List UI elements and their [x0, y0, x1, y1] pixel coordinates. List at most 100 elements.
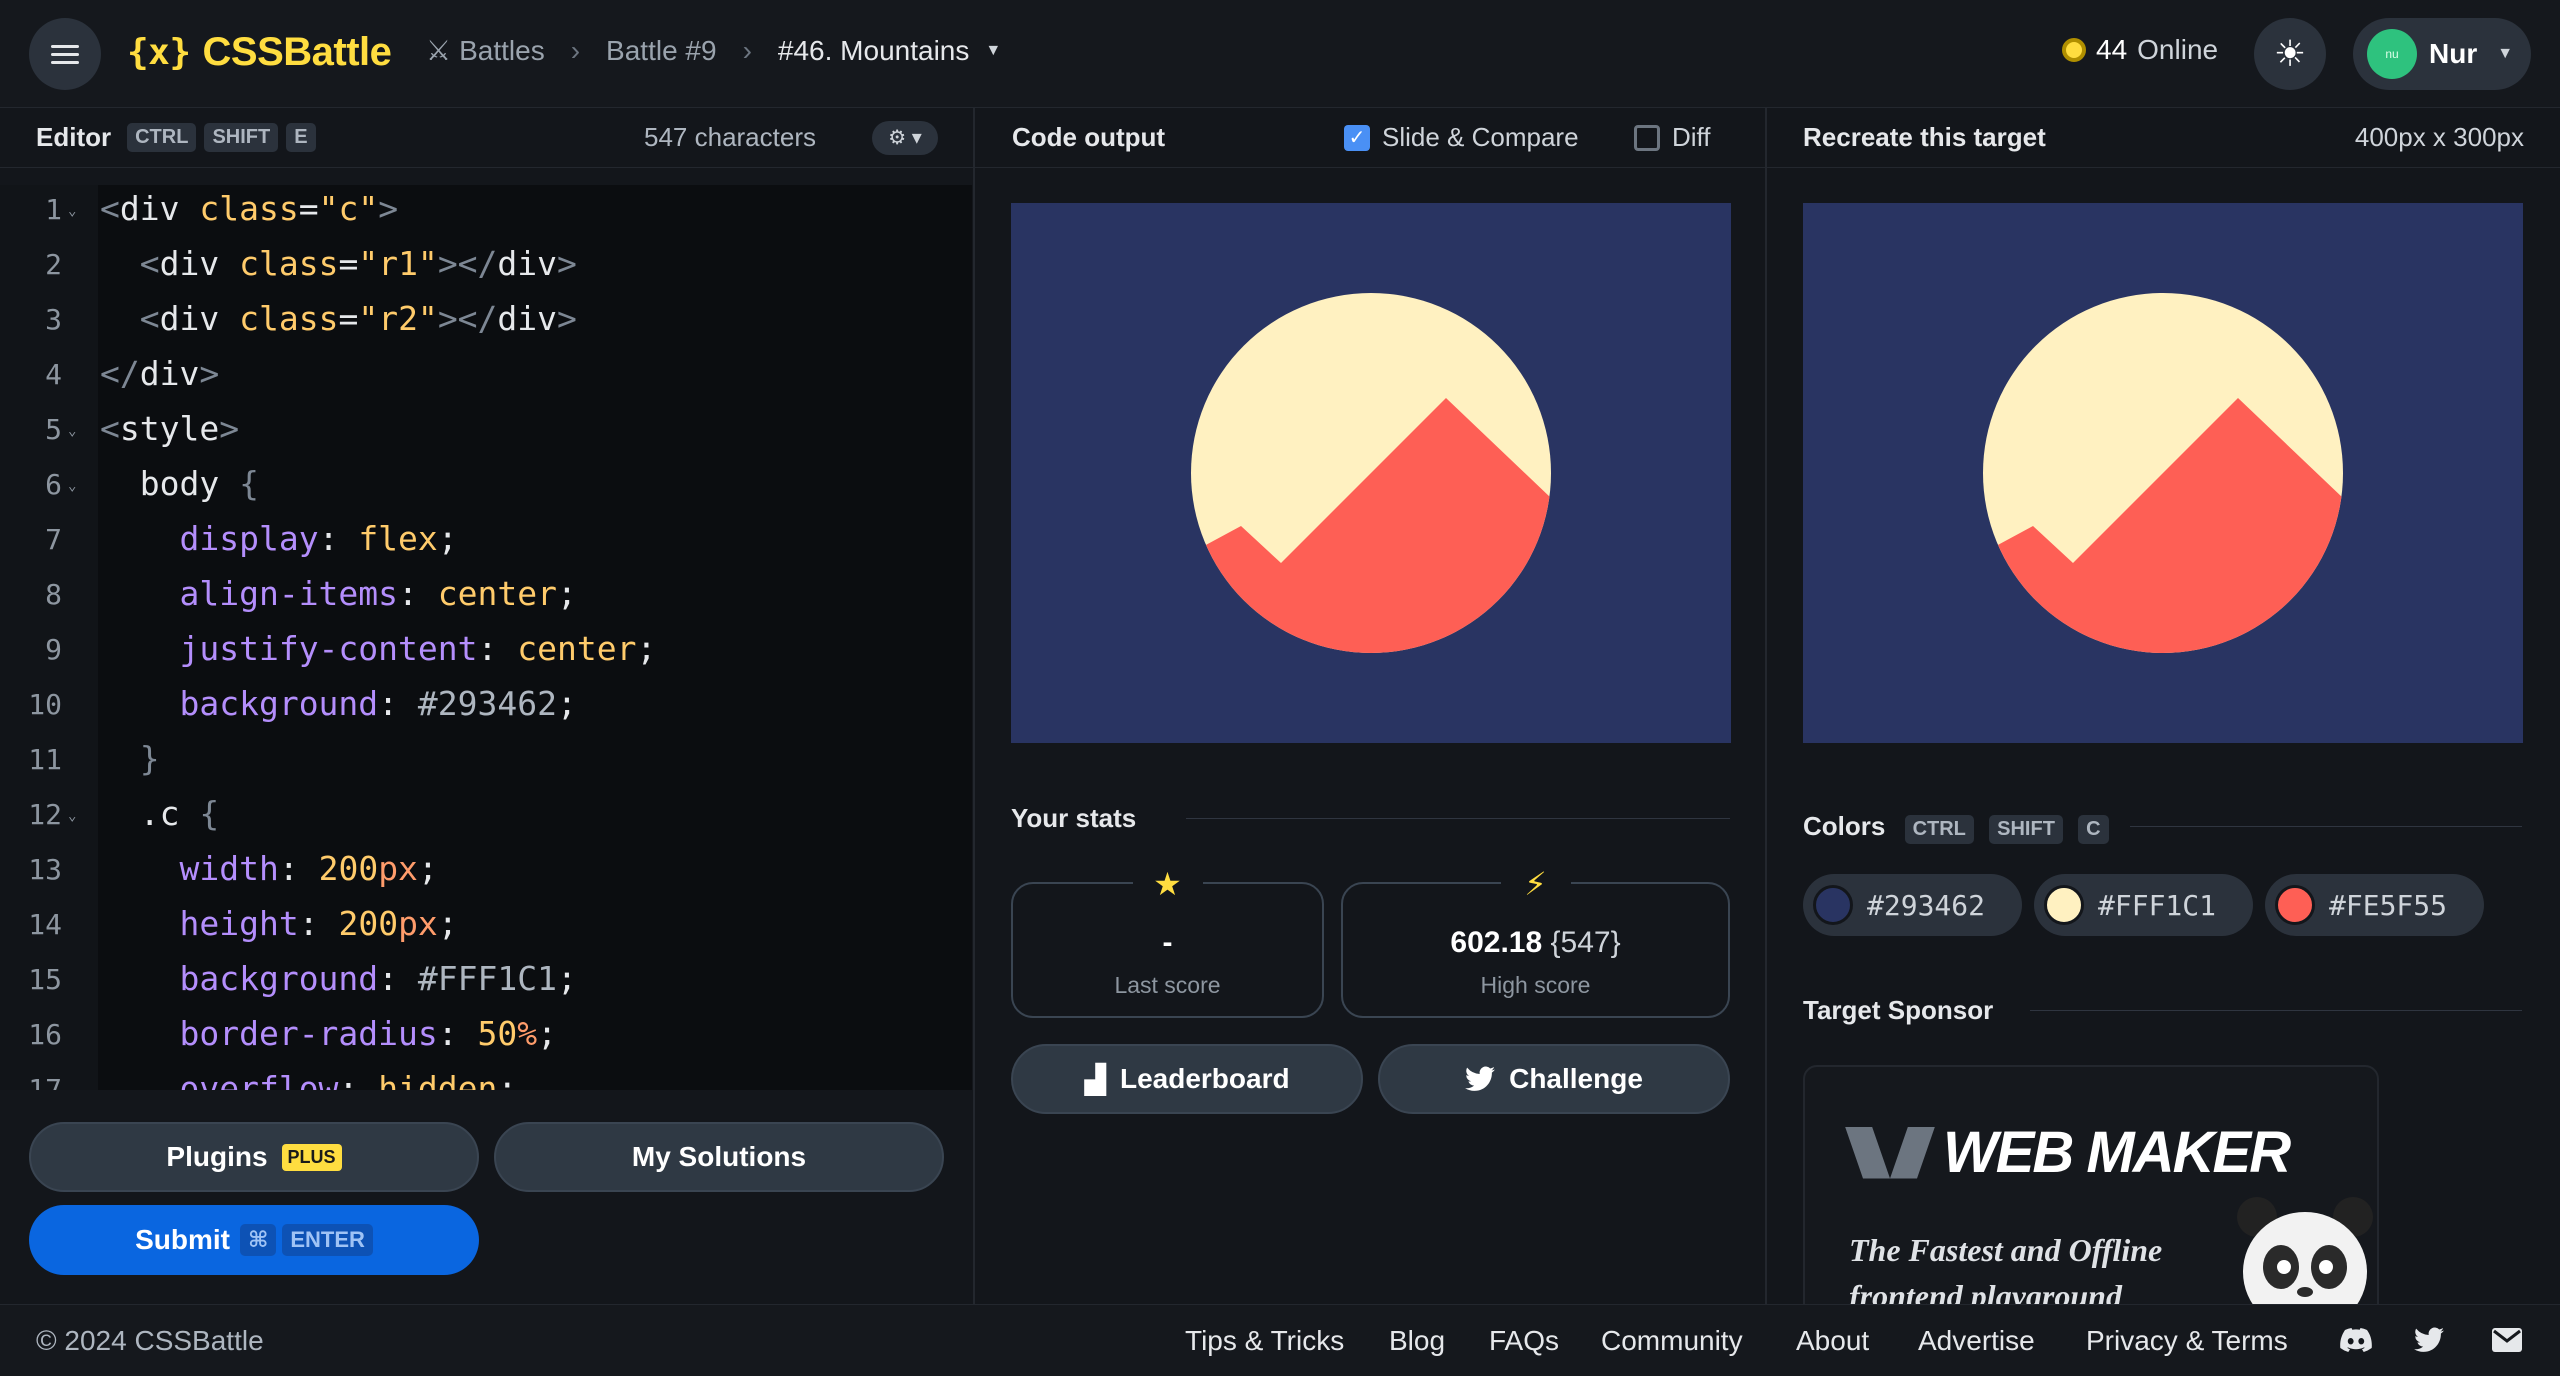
footer-link-privacy[interactable]: Privacy & Terms: [2086, 1325, 2288, 1357]
twitter-icon[interactable]: [2414, 1327, 2444, 1360]
code-line: 5 ⌄ <style>: [0, 405, 972, 460]
chevron-right-icon: ›: [742, 34, 752, 66]
section-divider: [2030, 1010, 2522, 1011]
breadcrumb-battles[interactable]: ⚔ Battles: [426, 34, 545, 67]
code-line: 2 <div class="r1"></div>: [0, 240, 972, 295]
output-header: Code output ✓ Slide & Compare Diff: [974, 108, 1766, 168]
panel-divider[interactable]: [973, 108, 975, 1304]
line-number: 7: [45, 523, 62, 556]
code-line: 16 border-radius: 50%;: [0, 1010, 972, 1065]
editor-header: Editor CTRL SHIFT E 547 characters ⚙ ▾: [0, 108, 974, 168]
discord-icon[interactable]: [2340, 1327, 2372, 1360]
line-number: 1: [45, 193, 62, 226]
diff-toggle[interactable]: Diff: [1634, 122, 1711, 153]
section-divider: [1186, 818, 1730, 819]
code-line: 6 ⌄ body {: [0, 460, 972, 515]
footer-link-tips[interactable]: Tips & Tricks: [1185, 1325, 1344, 1357]
breadcrumb-target-dropdown[interactable]: #46. Mountains ▼: [778, 35, 1001, 67]
user-menu-button[interactable]: nu Nur ▼: [2353, 18, 2531, 90]
editor-settings-button[interactable]: ⚙ ▾: [872, 120, 938, 155]
email-icon[interactable]: [2492, 1327, 2522, 1359]
line-number: 17: [28, 1073, 62, 1090]
theme-toggle-button[interactable]: ☀: [2254, 18, 2326, 90]
line-number: 10: [28, 688, 62, 721]
footer-link-blog[interactable]: Blog: [1389, 1325, 1445, 1357]
bar-chart-icon: ▟: [1084, 1063, 1106, 1095]
sponsor-tagline-line: The Fastest and Offline: [1849, 1232, 2163, 1268]
output-title: Code output: [1012, 122, 1166, 152]
challenge-button[interactable]: Challenge: [1378, 1044, 1730, 1114]
last-score-value: -: [1162, 926, 1173, 959]
target-mountain-shape: [1983, 398, 2343, 653]
checkbox-unchecked-icon[interactable]: [1634, 124, 1660, 151]
fold-icon[interactable]: ⌄: [68, 203, 76, 219]
menu-button[interactable]: [29, 18, 101, 90]
copyright: © 2024 CSSBattle: [36, 1325, 264, 1356]
color-swatch[interactable]: #293462: [1803, 874, 2022, 936]
top-bar: {x} CSSBattle ⚔ Battles › Battle #9 › #4…: [0, 0, 2560, 108]
footer-link-community[interactable]: Community: [1601, 1325, 1743, 1357]
code-line: 11 }: [0, 735, 972, 790]
high-score-value: 602.18 {547}: [1343, 926, 1728, 960]
leaderboard-button[interactable]: ▟ Leaderboard: [1011, 1044, 1363, 1114]
code-line: 12 ⌄ .c {: [0, 790, 972, 845]
kbd-e: E: [286, 123, 316, 152]
breadcrumb-label: Battle #9: [606, 34, 717, 66]
line-number: 9: [45, 633, 62, 666]
my-solutions-button[interactable]: My Solutions: [494, 1122, 944, 1192]
code-editor[interactable]: 1 ⌄ <div class="c"> 2 <div class="r1"></di…: [0, 185, 972, 1090]
slide-compare-toggle[interactable]: ✓ Slide & Compare: [1344, 122, 1579, 153]
submit-button[interactable]: Submit ⌘ ENTER: [29, 1205, 479, 1275]
fold-icon[interactable]: ⌄: [68, 478, 76, 494]
my-solutions-label: My Solutions: [631, 1141, 807, 1172]
last-score-label: Last score: [1114, 972, 1221, 998]
code-output-canvas[interactable]: [1011, 203, 1731, 743]
user-name: Nur: [2429, 38, 2478, 69]
output-sun-circle: [1191, 293, 1551, 653]
sponsor-name: WEB MAKER: [1943, 1120, 2291, 1185]
fold-icon[interactable]: ⌄: [68, 808, 76, 824]
line-number: 12: [28, 798, 62, 831]
kbd-enter: ENTER: [282, 1224, 373, 1256]
footer-link-advertise[interactable]: Advertise: [1918, 1325, 2035, 1357]
editor-title: Editor: [36, 122, 112, 152]
color-swatch[interactable]: #FE5F55: [2265, 874, 2484, 936]
color-dot: [2044, 885, 2084, 925]
color-hex: #FFF1C1: [2098, 888, 2217, 922]
kbd-ctrl: CTRL: [1904, 815, 1974, 844]
section-divider: [2130, 826, 2522, 827]
logo[interactable]: {x} CSSBattle: [127, 30, 392, 75]
gear-icon: ⚙ ▾: [888, 127, 922, 149]
target-sun-circle: [1983, 293, 2343, 653]
breadcrumb-battle[interactable]: Battle #9: [606, 35, 717, 67]
footer: © 2024 CSSBattle Tips & Tricks Blog FAQs…: [0, 1304, 2560, 1376]
kbd-shift: SHIFT: [204, 123, 279, 152]
panel-divider[interactable]: [1765, 108, 1767, 1304]
target-title: Recreate this target: [1803, 122, 2046, 152]
challenge-label: Challenge: [1509, 1063, 1643, 1094]
target-image[interactable]: [1803, 203, 2523, 743]
line-number: 16: [28, 1018, 62, 1051]
footer-link-about[interactable]: About: [1796, 1325, 1869, 1357]
swords-icon: ⚔: [426, 35, 452, 66]
online-count: 44: [2096, 34, 2128, 65]
code-line: 4 </div>: [0, 350, 972, 405]
line-number: 13: [28, 853, 62, 886]
sponsor-banner[interactable]: WEB MAKER The Fastest and Offline fronte…: [1803, 1065, 2379, 1325]
line-number: 8: [45, 578, 62, 611]
color-hex: #293462: [1867, 888, 1986, 922]
color-dot: [2275, 885, 2315, 925]
fold-icon[interactable]: ⌄: [68, 423, 76, 439]
line-number: 4: [45, 358, 62, 391]
checkbox-checked-icon[interactable]: ✓: [1344, 124, 1370, 151]
plugins-button[interactable]: Plugins PLUS: [29, 1122, 479, 1192]
plugins-label: Plugins: [166, 1141, 268, 1172]
footer-link-faqs[interactable]: FAQs: [1489, 1325, 1559, 1357]
logo-mark-icon: {x}: [127, 32, 191, 73]
color-swatch[interactable]: #FFF1C1: [2034, 874, 2253, 936]
character-count: 547 characters: [644, 122, 816, 152]
web-maker-logo-icon: [1845, 1126, 1935, 1179]
code-line: 8 align-items: center;: [0, 570, 972, 625]
code-line: 7 display: flex;: [0, 515, 972, 570]
sponsor-logo: WEB MAKER: [1845, 1119, 2291, 1186]
